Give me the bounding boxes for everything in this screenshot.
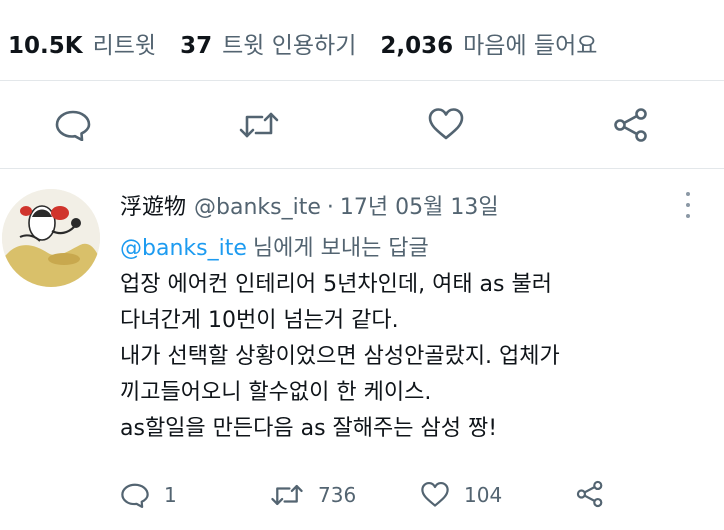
- quote-label: 트윗 인용하기: [222, 33, 357, 59]
- tweet-text-line: 다녀간게 10번이 넘는거 같다.: [120, 308, 399, 333]
- like-button[interactable]: 104: [420, 481, 502, 508]
- tweet-text-line: 업장 에어컨 인테리어 5년차인데, 여태 as 불러: [120, 272, 552, 297]
- main-action-bar: [0, 95, 724, 155]
- replying-to-handle[interactable]: @banks_ite: [120, 236, 247, 261]
- divider: [0, 168, 724, 169]
- retweet-count: 736: [318, 483, 357, 507]
- share-button[interactable]: [612, 107, 650, 143]
- more-dot: [686, 192, 690, 196]
- retweet-count: 10.5K: [8, 33, 83, 59]
- reply-icon: [121, 483, 149, 508]
- retweet-stat[interactable]: 10.5K 리트윗: [8, 26, 156, 60]
- reply-button[interactable]: 1: [120, 482, 177, 508]
- tweet-date[interactable]: 17년 05월 13일: [340, 189, 499, 221]
- tweet-text-line: 내가 선택할 상황이었으면 삼성안골랐지. 업체가: [120, 344, 560, 369]
- user-handle[interactable]: @banks_ite: [194, 195, 321, 220]
- quote-count: 37: [180, 33, 213, 59]
- heart-icon: [428, 108, 464, 140]
- reply-icon: [55, 110, 91, 141]
- retweet-icon: [239, 112, 279, 138]
- tweet-text: 업장 에어컨 인테리어 5년차인데, 여태 as 불러 다녀간게 10번이 넘는…: [120, 267, 720, 447]
- reply-action-bar: 1 736 104: [0, 470, 724, 530]
- replying-to-label: 님에게 보내는 답글: [252, 236, 429, 261]
- more-dot: [686, 214, 690, 218]
- reply-button[interactable]: [54, 109, 92, 141]
- share-button[interactable]: [575, 480, 605, 508]
- reply-count: 1: [164, 483, 177, 507]
- like-label: 마음에 들어요: [463, 33, 598, 59]
- tweet-stats: 10.5K 리트윗 37 트윗 인용하기 2,036 마음에 들어요: [0, 18, 724, 68]
- avatar[interactable]: [2, 189, 100, 287]
- retweet-button[interactable]: 736: [270, 482, 356, 508]
- divider: [0, 80, 724, 81]
- retweet-label: 리트윗: [92, 33, 157, 59]
- heart-icon: [421, 481, 449, 507]
- like-count: 104: [464, 482, 503, 507]
- like-stat[interactable]: 2,036 마음에 들어요: [380, 26, 597, 60]
- share-icon: [614, 108, 647, 142]
- tweet-text-line: as할일을 만든다음 as 잘해주는 삼성 짱!: [120, 416, 498, 441]
- retweet-button[interactable]: [238, 109, 280, 141]
- quote-stat[interactable]: 37 트윗 인용하기: [180, 26, 356, 60]
- avatar-image: [2, 189, 100, 287]
- tweet-text-line: 끼고들어오니 할수없이 한 케이스.: [120, 380, 432, 405]
- more-options-button[interactable]: [678, 192, 698, 218]
- like-button[interactable]: [427, 107, 465, 141]
- replying-to: @banks_ite 님에게 보내는 답글: [120, 230, 429, 262]
- like-count: 2,036: [380, 33, 454, 59]
- retweet-icon: [271, 484, 303, 506]
- reply-header: 浮遊物 @banks_ite · 17년 05월 13일: [120, 189, 499, 221]
- more-dot: [686, 203, 690, 207]
- share-icon: [576, 480, 603, 508]
- display-name[interactable]: 浮遊物: [120, 189, 186, 221]
- separator-dot: ·: [326, 195, 334, 220]
